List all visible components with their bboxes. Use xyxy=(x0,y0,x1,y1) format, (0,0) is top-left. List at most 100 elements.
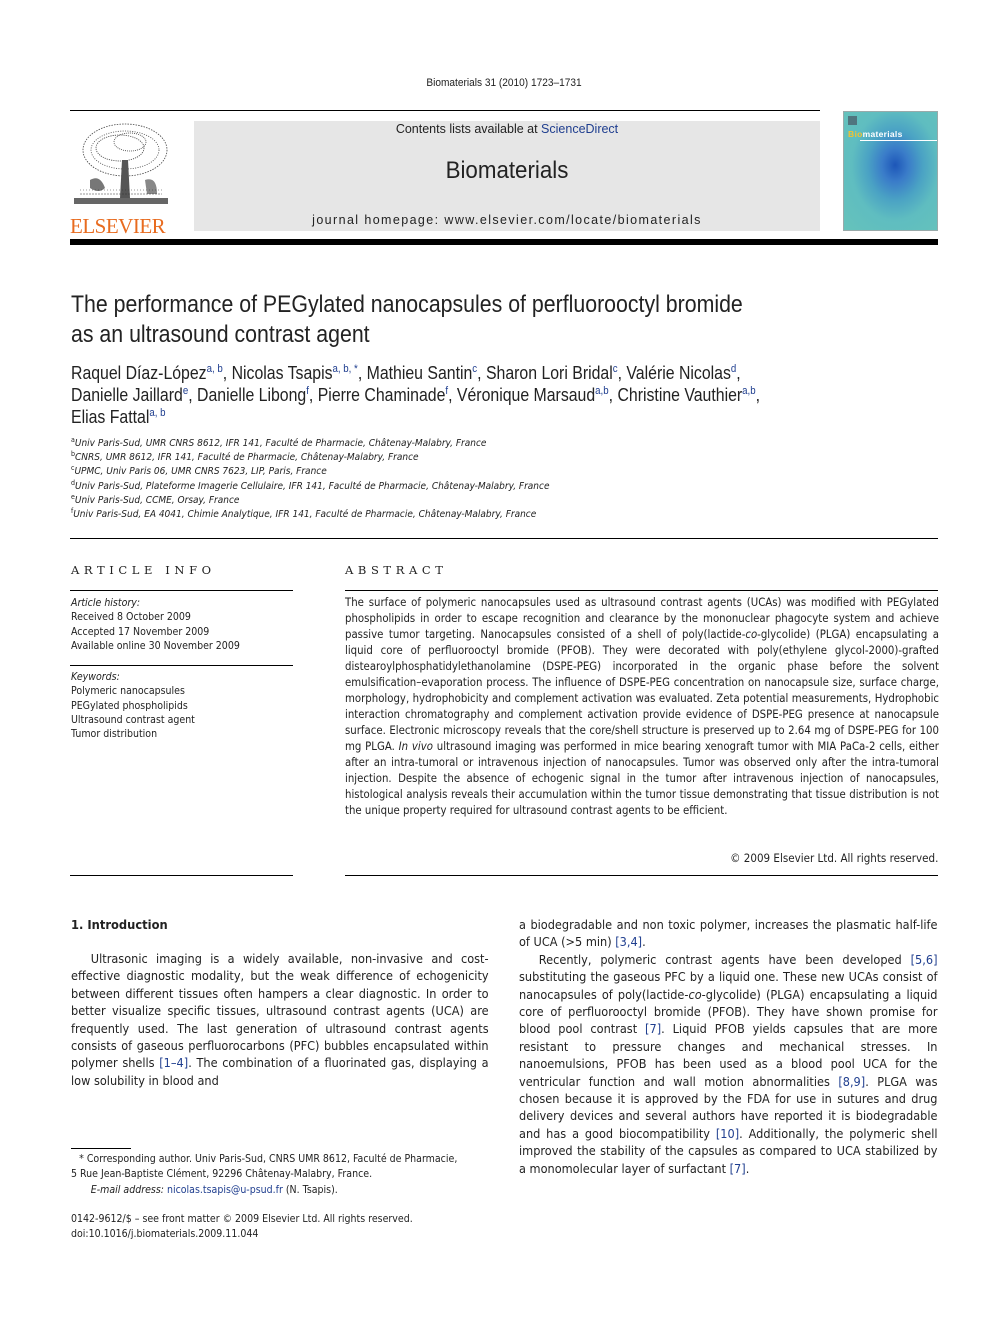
cover-title: Biomaterials xyxy=(848,129,903,139)
history-label: Article history: xyxy=(71,597,141,609)
author-name[interactable]: Véronique Marsaud xyxy=(457,385,595,405)
author-name[interactable]: Raquel Díaz-López xyxy=(71,363,207,383)
article-title: The performance of PEGylated nanocapsule… xyxy=(71,290,837,350)
author-name[interactable]: Danielle Libong xyxy=(197,385,306,405)
keyword: Polymeric nanocapsules xyxy=(71,685,185,698)
author-name[interactable]: Christine Vauthier xyxy=(617,385,742,405)
title-line-1: The performance of PEGylated nanocapsule… xyxy=(71,291,743,318)
elsevier-logo[interactable]: ELSEVIER xyxy=(70,120,172,237)
author-separator: , xyxy=(736,363,741,383)
keywords-label: Keywords: xyxy=(71,671,120,683)
header-rule xyxy=(70,110,820,111)
author-separator: , xyxy=(617,363,627,383)
affiliation: dUniv Paris-Sud, Plateforme Imagerie Cel… xyxy=(71,479,701,494)
affiliation-text: Univ Paris-Sud, UMR CNRS 8612, IFR 141, … xyxy=(74,438,487,449)
citation-link[interactable]: [10] xyxy=(716,1126,739,1141)
keywords: Keywords: Polymeric nanocapsules PEGylat… xyxy=(71,670,296,741)
author-name[interactable]: Sharon Lori Bridal xyxy=(486,363,613,383)
author-separator: , xyxy=(357,363,367,383)
author-list: Raquel Díaz-Lópeza, b, Nicolas Tsapisa, … xyxy=(71,362,942,428)
homepage-label: journal homepage: xyxy=(312,213,445,227)
affiliation: cUPMC, Univ Paris 06, UMR CNRS 7623, LIP… xyxy=(71,465,701,479)
citation-link[interactable]: [3,4] xyxy=(615,934,642,949)
article-history: Article history: Received 8 October 2009… xyxy=(71,596,296,653)
author-separator: , xyxy=(477,363,486,383)
front-matter: 0142-9612/$ – see front matter © 2009 El… xyxy=(71,1212,503,1242)
author-affiliation-marker[interactable]: a, b xyxy=(149,407,165,419)
corresponding-author-footnote: * Corresponding author. Univ Paris-Sud, … xyxy=(71,1152,489,1198)
affiliation: aUniv Paris-Sud, UMR CNRS 8612, IFR 141,… xyxy=(71,437,701,451)
email-link[interactable]: nicolas.tsapis@u-psud.fr xyxy=(167,1184,283,1196)
author-name[interactable]: Valérie Nicolas xyxy=(626,363,730,383)
author-affiliation-marker[interactable]: a, b xyxy=(207,363,223,375)
affiliation-rule xyxy=(70,538,938,539)
journal-homepage: journal homepage: www.elsevier.com/locat… xyxy=(194,213,820,227)
author-affiliation-marker[interactable]: a, b, * xyxy=(333,363,358,375)
email-label: E-mail address: xyxy=(90,1183,164,1196)
contents-label: Contents lists available at xyxy=(395,122,542,136)
affiliation-text: Univ Paris-Sud, EA 4041, Chimie Analytiq… xyxy=(73,509,537,521)
author-name[interactable]: Elias Fattal xyxy=(71,407,149,427)
citation-link[interactable]: [5,6] xyxy=(911,952,938,967)
title-line-2: as an ultrasound contrast agent xyxy=(71,321,370,348)
paragraph: a biodegradable and non toxic polymer, i… xyxy=(519,916,938,951)
cover-emblem-icon xyxy=(848,116,857,125)
sciencedirect-link[interactable]: ScienceDirect xyxy=(541,122,618,136)
paragraph: Recently, polymeric contrast agents have… xyxy=(519,951,938,1177)
author-affiliation-marker[interactable]: a,b xyxy=(595,385,608,397)
email-line: E-mail address: nicolas.tsapis@u-psud.fr… xyxy=(71,1183,489,1198)
affiliation: bCNRS, UMR 8612, IFR 141, Faculté de Pha… xyxy=(71,451,701,465)
author-address: 5 Rue Jean-Baptiste Clément, 92296 Châte… xyxy=(71,1168,373,1181)
doi-line[interactable]: doi:10.1016/j.biomaterials.2009.11.044 xyxy=(71,1227,503,1242)
footnote-rule xyxy=(71,1148,131,1149)
italic-text: co xyxy=(688,986,702,1002)
author-separator: , xyxy=(608,385,618,405)
affiliation-text: UPMC, Univ Paris 06, UMR CNRS 7623, LIP,… xyxy=(74,466,327,478)
author-name[interactable]: Danielle Jaillard xyxy=(71,385,183,405)
affiliation: eUniv Paris-Sud, CCME, Orsay, France xyxy=(71,493,701,508)
citation-link[interactable]: [7] xyxy=(645,1021,661,1036)
abstract-italic: In vivo xyxy=(398,740,433,753)
keyword: Tumor distribution xyxy=(71,728,158,741)
author-affiliation-marker[interactable]: a,b xyxy=(742,385,755,397)
homepage-link[interactable]: www.elsevier.com/locate/biomaterials xyxy=(444,213,701,227)
abstract-segment: ultrasound imaging was performed in mice… xyxy=(345,740,939,817)
header-thick-rule xyxy=(70,239,938,245)
body-right-column: a biodegradable and non toxic polymer, i… xyxy=(519,916,938,1177)
citation-link[interactable]: [8,9] xyxy=(838,1074,865,1089)
affiliation: fUniv Paris-Sud, EA 4041, Chimie Analyti… xyxy=(71,508,701,522)
journal-cover-image[interactable]: Biomaterials xyxy=(843,111,938,231)
journal-name: Biomaterials xyxy=(445,157,569,184)
abstract-heading: ABSTRACT xyxy=(345,563,448,577)
cover-title-accent: Bio xyxy=(848,129,863,139)
abstract-italic: co xyxy=(745,628,758,641)
paragraph: Ultrasonic imaging is a widely available… xyxy=(71,950,489,1089)
cover-rule xyxy=(860,140,937,141)
text-segment: . xyxy=(745,1160,750,1176)
abstract-copyright: © 2009 Elsevier Ltd. All rights reserved… xyxy=(600,851,938,865)
abstract-text: The surface of polymeric nanocapsules us… xyxy=(345,595,939,819)
citation-link[interactable]: [7] xyxy=(730,1161,746,1176)
keywords-rule xyxy=(70,665,293,666)
author-name[interactable]: Nicolas Tsapis xyxy=(232,363,333,383)
journal-banner: Contents lists available at ScienceDirec… xyxy=(194,121,820,231)
received-date: Received 8 October 2009 xyxy=(71,611,191,624)
text-segment: Recently, polymeric contrast agents have… xyxy=(538,951,911,967)
author-separator: , xyxy=(188,385,198,405)
text-segment: a biodegradable and non toxic polymer, i… xyxy=(519,917,938,950)
author-name[interactable]: Mathieu Santin xyxy=(367,363,473,383)
article-info-rule xyxy=(70,590,293,591)
citation-link[interactable]: [1–4] xyxy=(159,1055,188,1070)
elsevier-wordmark: ELSEVIER xyxy=(70,214,166,238)
corresponding-author: * Corresponding author. Univ Paris-Sud, … xyxy=(79,1153,458,1165)
online-date: Available online 30 November 2009 xyxy=(71,639,240,652)
keyword: Ultrasound contrast agent xyxy=(71,713,195,726)
abstract-end-rule xyxy=(345,875,938,876)
article-info-end-rule xyxy=(70,875,293,876)
accepted-date: Accepted 17 November 2009 xyxy=(71,625,210,638)
text-segment: Ultrasonic imaging is a widely available… xyxy=(71,951,489,1071)
elsevier-tree-icon xyxy=(70,120,172,208)
author-separator: , xyxy=(448,385,457,405)
keyword: PEGylated phospholipids xyxy=(71,699,188,712)
author-name[interactable]: Pierre Chaminade xyxy=(318,385,446,405)
